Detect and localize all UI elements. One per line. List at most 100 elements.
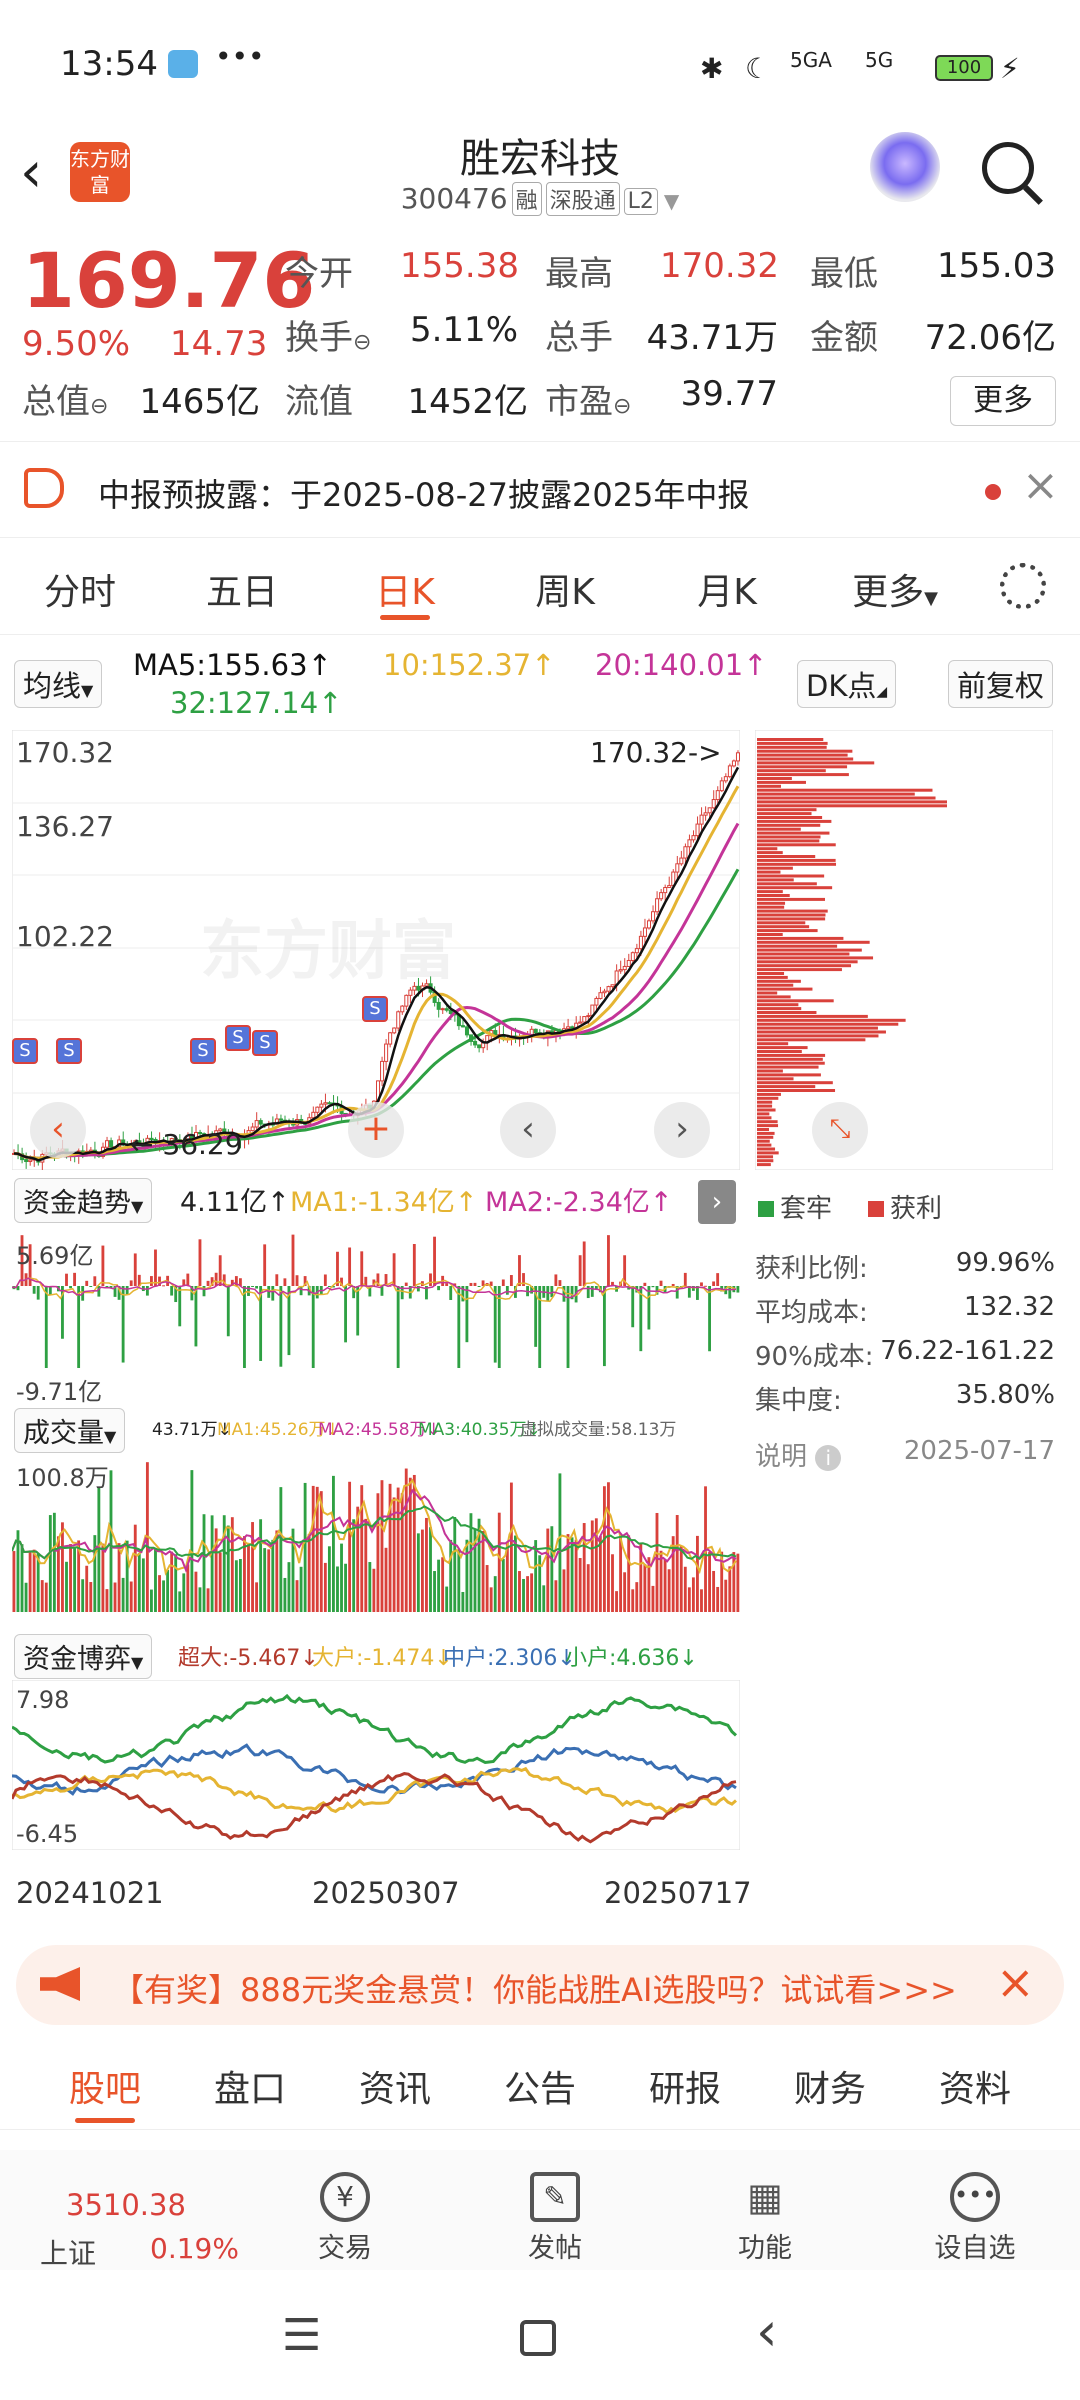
notice-bar[interactable]: 中报预披露：于2025-08-27披露2025年中报 × bbox=[0, 446, 1080, 538]
fund-trend-bar bbox=[651, 1286, 655, 1288]
ma-selector[interactable]: 均线▼ bbox=[14, 660, 103, 708]
volume-bar bbox=[332, 1475, 335, 1612]
add-watchlist-button[interactable]: ••• 设自选 bbox=[915, 2150, 1035, 2265]
fund-trend-bar bbox=[501, 1279, 505, 1286]
candle-body bbox=[258, 1120, 263, 1125]
tab-pankou[interactable]: 盘口 bbox=[180, 2060, 320, 2112]
more-button[interactable]: 更多 bbox=[950, 376, 1056, 426]
functions-button[interactable]: ▦ 功能 bbox=[705, 2150, 825, 2265]
fund-trend-bar bbox=[360, 1251, 364, 1286]
fund-trend-selector[interactable]: 资金趋势▼ bbox=[14, 1178, 153, 1223]
tab-guba[interactable]: 股吧 bbox=[35, 2060, 175, 2112]
adjust-button[interactable]: 前复权 bbox=[948, 660, 1054, 708]
cost-bar bbox=[757, 1014, 868, 1018]
cost-bar bbox=[757, 952, 850, 956]
volume-bar bbox=[611, 1554, 614, 1612]
promo-close-icon[interactable]: × bbox=[996, 1955, 1035, 2009]
s-marker-4[interactable]: S bbox=[225, 1025, 251, 1051]
cost-bar bbox=[757, 1139, 770, 1143]
scroll-left-edge-button[interactable]: ‹ bbox=[30, 1102, 86, 1158]
volume-bar bbox=[162, 1580, 165, 1612]
candle-body bbox=[254, 1120, 259, 1128]
home-icon[interactable] bbox=[520, 2320, 556, 2356]
settings-icon[interactable] bbox=[1000, 563, 1046, 609]
tab-five-day[interactable]: 五日 bbox=[167, 563, 317, 615]
expand-icon[interactable]: ⤡ bbox=[812, 1102, 868, 1158]
dk-point-button[interactable]: DK点◢ bbox=[797, 660, 897, 708]
cost-bar bbox=[757, 1155, 774, 1159]
max-price-marker: 170.32-> bbox=[590, 736, 722, 769]
fund-trend-bar bbox=[154, 1249, 157, 1286]
tab-research[interactable]: 研报 bbox=[615, 2060, 755, 2112]
cost-bar bbox=[757, 1022, 899, 1026]
robot-avatar-icon[interactable] bbox=[870, 132, 940, 202]
info-tabs: 股吧 盘口 资讯 公告 研报 财务 资料 bbox=[0, 2040, 1080, 2130]
s-marker-5[interactable]: S bbox=[252, 1030, 278, 1056]
close-icon[interactable]: × bbox=[1022, 460, 1059, 511]
cost-bar bbox=[757, 882, 817, 886]
value-market-cap: 1465亿 bbox=[139, 382, 260, 422]
tab-more[interactable]: 更多▼ bbox=[820, 563, 970, 615]
promo-banner[interactable]: 【有奖】888元奖金悬赏！你能战胜AI选股吗？试试看>>> × bbox=[16, 1945, 1064, 2025]
s-marker-2[interactable]: S bbox=[56, 1038, 82, 1064]
index-change: 0.19% bbox=[150, 2232, 239, 2265]
menu-icon[interactable]: ☰ bbox=[282, 2310, 321, 2361]
cost-bar bbox=[757, 839, 820, 843]
volume-bar bbox=[655, 1512, 659, 1612]
label-pe: 市盈⊖ bbox=[545, 382, 632, 422]
fund-trend-bar bbox=[101, 1245, 105, 1286]
fund-game-chart[interactable] bbox=[12, 1680, 740, 1850]
fund-trend-bar bbox=[590, 1286, 594, 1297]
fund-trend-bar bbox=[65, 1273, 68, 1286]
date-mid: 20250307 bbox=[312, 1876, 460, 1910]
clock: 13:54 bbox=[60, 44, 158, 84]
collapse-arrow-button[interactable]: › bbox=[698, 1180, 736, 1224]
fund-game-selector[interactable]: 资金博弈▼ bbox=[14, 1634, 153, 1679]
fund-trend-bar bbox=[323, 1274, 327, 1286]
tab-monthly-k[interactable]: 月K bbox=[652, 563, 802, 615]
volume-bar bbox=[416, 1533, 420, 1612]
value-low: 155.03 bbox=[937, 246, 1056, 286]
fund-trend-bar bbox=[465, 1286, 469, 1343]
tab-weekly-k[interactable]: 周K bbox=[490, 563, 640, 615]
cost-distribution-chart[interactable] bbox=[755, 730, 1053, 1170]
index-value[interactable]: 3510.38 bbox=[66, 2188, 186, 2222]
volume-bar bbox=[675, 1515, 679, 1612]
volume-chart[interactable] bbox=[12, 1452, 740, 1612]
scroll-right-button[interactable]: › bbox=[654, 1102, 710, 1158]
cost-note[interactable]: 说明 i 2025-07-17 bbox=[755, 1436, 1055, 1473]
volume-bar bbox=[263, 1548, 267, 1612]
tab-daily-k[interactable]: 日K bbox=[330, 563, 480, 615]
volume-bar bbox=[259, 1519, 263, 1612]
volume-bar bbox=[558, 1473, 562, 1612]
fund-trend-bar bbox=[129, 1280, 133, 1286]
back-nav-icon[interactable]: ‹ bbox=[756, 2300, 778, 2363]
post-button[interactable]: ✎ 发帖 bbox=[495, 2150, 615, 2265]
active-btab-underline bbox=[75, 2118, 135, 2123]
tab-intraday[interactable]: 分时 bbox=[5, 563, 155, 615]
volume-selector[interactable]: 成交量▼ bbox=[14, 1408, 126, 1453]
cost-bar bbox=[757, 1073, 821, 1077]
fund-trend-chart[interactable] bbox=[12, 1228, 740, 1368]
volume-bar bbox=[198, 1587, 202, 1612]
s-marker-3[interactable]: S bbox=[190, 1038, 216, 1064]
tab-news[interactable]: 资讯 bbox=[325, 2060, 465, 2112]
fund-trend-bar bbox=[178, 1286, 182, 1327]
ma20-label: 20:140.01↑ bbox=[595, 648, 768, 682]
cost-bar bbox=[757, 1003, 799, 1007]
volume-bar bbox=[32, 1549, 36, 1612]
crosshair-plus-button[interactable]: + bbox=[348, 1102, 404, 1158]
trade-button[interactable]: ¥ 交易 bbox=[285, 2150, 405, 2265]
volume-bar bbox=[598, 1536, 602, 1612]
volume-bar bbox=[526, 1576, 529, 1612]
tab-announcements[interactable]: 公告 bbox=[470, 2060, 610, 2112]
tab-finance[interactable]: 财务 bbox=[760, 2060, 900, 2112]
s-marker-6[interactable]: S bbox=[362, 996, 388, 1022]
dropdown-icon[interactable]: ▼ bbox=[664, 189, 679, 213]
scroll-left-button[interactable]: ‹ bbox=[500, 1102, 556, 1158]
cost-bar bbox=[757, 917, 826, 921]
tab-profile[interactable]: 资料 bbox=[905, 2060, 1045, 2112]
s-marker-1[interactable]: S bbox=[12, 1038, 38, 1064]
volume-bar bbox=[364, 1518, 368, 1612]
fund-trend-bar bbox=[36, 1286, 40, 1300]
